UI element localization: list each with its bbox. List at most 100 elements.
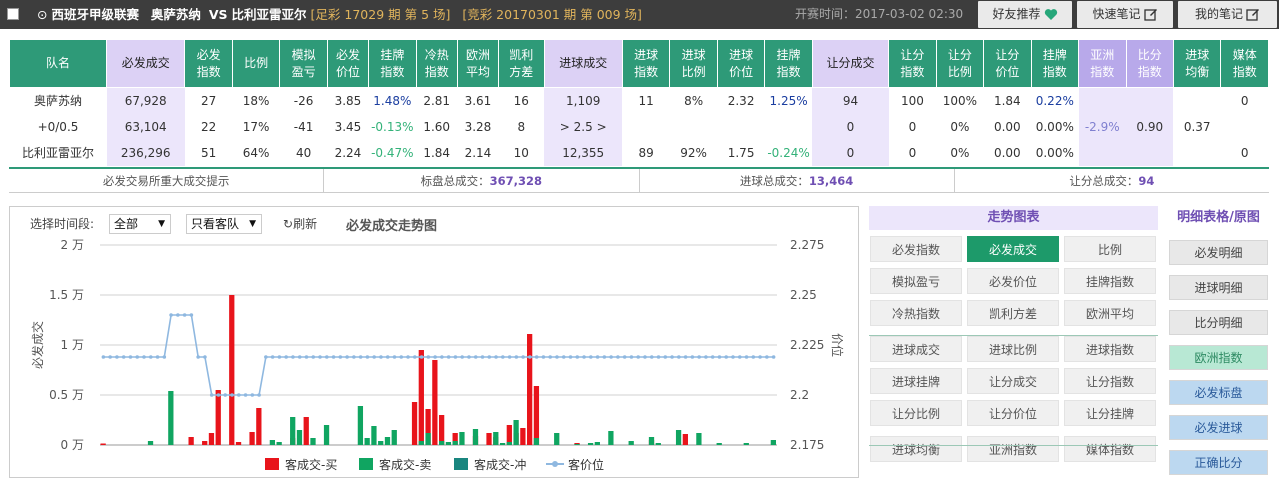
table-cell: 3.61 <box>464 93 492 108</box>
price-point <box>724 355 729 359</box>
price-point <box>629 355 634 359</box>
price-point <box>541 355 546 359</box>
trend-button[interactable]: 必发价位 <box>967 268 1059 294</box>
trend-button[interactable]: 凯利方差 <box>967 300 1059 326</box>
price-point <box>135 355 140 359</box>
table-cell: 94 <box>812 87 889 114</box>
table-cell: 0% <box>950 119 970 134</box>
sell-bar <box>276 442 282 445</box>
target-icon: ⊙ <box>37 7 48 22</box>
price-point <box>690 355 695 359</box>
trend-button[interactable]: 进球成交 <box>870 336 962 362</box>
sell-bar <box>391 430 397 445</box>
friend-recommend-button[interactable]: 好友推荐 <box>978 1 1072 28</box>
detail-panel: 明细表格/原图 必发明细 进球明细 比分明细 欧洲指数 必发标盘 必发进球 正确比分 <box>1168 206 1269 475</box>
trend-button[interactable]: 必发指数 <box>870 236 962 262</box>
column-header: 冷热 指数 <box>415 39 458 88</box>
price-point <box>284 355 288 359</box>
table-cell: 100 <box>900 93 924 108</box>
trend-button[interactable]: 让分价位 <box>967 400 1059 426</box>
price-point <box>311 355 316 359</box>
quick-note-label: 快速笔记 <box>1092 7 1141 21</box>
sell-bar <box>168 391 174 445</box>
table-cell <box>670 114 717 140</box>
select-checkbox[interactable] <box>7 8 19 20</box>
column-header: 进球 价位 <box>716 39 766 88</box>
my-notes-button[interactable]: 我的笔记 <box>1178 1 1277 28</box>
buy-bar <box>249 432 255 445</box>
price-point <box>771 355 776 359</box>
edit-icon <box>1246 9 1259 21</box>
sell-bar <box>452 441 458 445</box>
legend-swatch <box>552 461 558 467</box>
trend-button[interactable]: 进球挂牌 <box>870 368 962 394</box>
trend-button[interactable]: 进球指数 <box>1064 336 1156 362</box>
total-handicap-label: 让分总成交： <box>1069 174 1139 188</box>
major-trade-tip[interactable]: 必发交易所重大成交提示 <box>9 169 325 192</box>
detail-button[interactable]: 进球明细 <box>1169 275 1268 300</box>
trend-button[interactable]: 让分比例 <box>870 400 962 426</box>
price-point <box>670 355 674 359</box>
price-point <box>277 355 282 359</box>
column-header: 让分 指数 <box>888 39 937 88</box>
y-tick-label-left: 0.5 万 <box>49 388 84 402</box>
detail-button[interactable]: 正确比分 <box>1169 450 1268 475</box>
total-goal-label: 进球总成交： <box>739 174 809 188</box>
table-cell: 1.84 <box>993 93 1021 108</box>
panel-divider <box>869 335 1158 336</box>
detail-button[interactable]: 必发标盘 <box>1169 380 1268 405</box>
trend-button[interactable]: 媒体指数 <box>1064 436 1156 462</box>
price-point <box>616 355 620 359</box>
column-header: 必发 指数 <box>184 39 233 88</box>
legend-label: 客成交-卖 <box>379 457 431 472</box>
price-point <box>622 355 627 359</box>
trend-button[interactable]: 让分成交 <box>967 368 1059 394</box>
price-point <box>358 355 363 359</box>
trend-button[interactable]: 进球均衡 <box>870 436 962 462</box>
trend-button[interactable]: 让分指数 <box>1064 368 1156 394</box>
table-header-row: 队名 必发成交 必发 指数 比例 模拟 盈亏 必发 价位 挂牌 指数 冷热 指数 欧洲 平均 凯利… <box>9 39 1269 88</box>
price-point <box>737 355 742 359</box>
price-point <box>656 355 661 359</box>
detail-button[interactable]: 欧洲指数 <box>1169 345 1268 370</box>
price-point <box>203 355 207 359</box>
detail-button[interactable]: 必发进球 <box>1169 415 1268 440</box>
trend-button[interactable]: 比例 <box>1064 236 1156 262</box>
table-cell: 16 <box>513 93 529 108</box>
table-cell: 0.90 <box>1126 113 1174 140</box>
trend-button[interactable]: 亚洲指数 <box>967 436 1059 462</box>
trend-button[interactable]: 进球比例 <box>967 336 1059 362</box>
y-axis-title-left: 必发成交 <box>30 321 45 369</box>
price-point <box>331 355 336 359</box>
price-point <box>528 355 532 359</box>
trend-button[interactable]: 让分挂牌 <box>1064 400 1156 426</box>
price-point <box>595 355 600 359</box>
detail-button[interactable]: 比分明细 <box>1169 310 1268 335</box>
sell-bar <box>608 431 614 445</box>
detail-button[interactable]: 必发明细 <box>1169 240 1268 265</box>
home-team: 奥萨苏纳 <box>150 7 201 22</box>
price-point <box>636 355 641 359</box>
price-point <box>297 355 302 359</box>
trend-button[interactable]: 冷热指数 <box>870 300 962 326</box>
sell-bar <box>513 420 519 445</box>
legend-swatch <box>359 458 373 470</box>
trend-button[interactable]: 挂牌指数 <box>1064 268 1156 294</box>
quick-note-button[interactable]: 快速笔记 <box>1077 1 1173 28</box>
league-name: 西班牙甲级联赛 <box>51 7 139 22</box>
column-header: 进球成交 <box>543 39 623 88</box>
chart-panel: 选择时间段: 全部 ▼ 只看客队 ▼ ↻刷新 必发成交走势图 2 万 1.5 万1 万… <box>9 206 859 478</box>
column-header: 挂牌 指数 <box>1030 39 1080 88</box>
sell-bar <box>574 444 580 445</box>
table-cell: 1.75 <box>727 145 755 160</box>
trend-button[interactable]: 必发成交 <box>967 236 1059 262</box>
away-team: 比利亚雷亚尔 <box>231 7 307 22</box>
trend-button[interactable]: 欧洲平均 <box>1064 300 1156 326</box>
legend-swatch <box>265 458 279 470</box>
odds-table: 队名 必发成交 必发 指数 比例 模拟 盈亏 必发 价位 挂牌 指数 冷热 指数 欧洲 平均 凯利… <box>9 39 1269 166</box>
trend-button[interactable]: 模拟盈亏 <box>870 268 962 294</box>
price-point <box>575 355 580 359</box>
y-tick-label-left: 0 万 <box>61 438 84 452</box>
price-point <box>744 355 749 359</box>
price-point <box>433 355 437 359</box>
